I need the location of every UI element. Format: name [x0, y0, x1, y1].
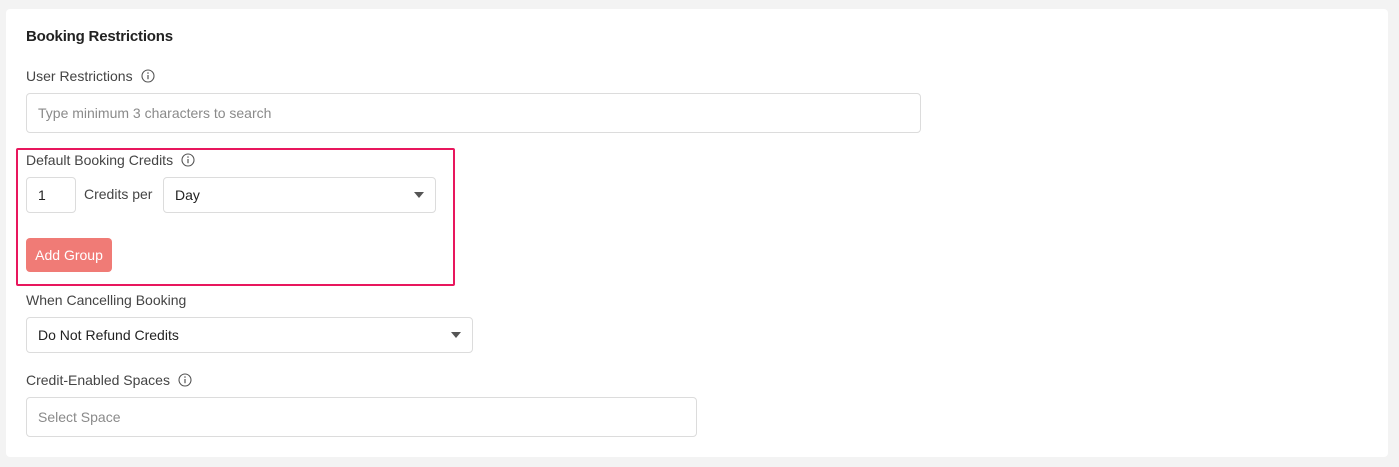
- info-icon[interactable]: [181, 153, 195, 167]
- spaces-select-input[interactable]: Select Space: [26, 397, 697, 437]
- user-restrictions-label-row: User Restrictions: [26, 67, 155, 85]
- credits-per-label: Credits per: [84, 186, 153, 202]
- chevron-down-icon: [451, 332, 461, 338]
- credits-period-select[interactable]: Day: [163, 177, 436, 213]
- cancelling-label-row: When Cancelling Booking: [26, 291, 186, 309]
- user-restrictions-placeholder: Type minimum 3 characters to search: [38, 105, 272, 121]
- cancelling-label: When Cancelling Booking: [26, 292, 187, 308]
- chevron-down-icon: [414, 192, 424, 198]
- default-booking-credits-label: Default Booking Credits: [26, 152, 174, 168]
- spaces-label-row: Credit-Enabled Spaces: [26, 371, 192, 389]
- info-icon[interactable]: [141, 69, 155, 83]
- user-restrictions-search-input[interactable]: Type minimum 3 characters to search: [26, 93, 921, 133]
- section-title: Booking Restrictions: [26, 28, 173, 45]
- credits-quantity-input[interactable]: 1: [26, 177, 76, 213]
- cancelling-refund-value: Do Not Refund Credits: [38, 327, 179, 343]
- add-group-button[interactable]: Add Group: [26, 238, 112, 272]
- cancelling-refund-select[interactable]: Do Not Refund Credits: [26, 317, 473, 353]
- info-icon[interactable]: [178, 373, 192, 387]
- spaces-label: Credit-Enabled Spaces: [26, 372, 170, 388]
- spaces-placeholder: Select Space: [38, 409, 121, 425]
- default-booking-credits-label-row: Default Booking Credits: [26, 151, 195, 169]
- user-restrictions-label: User Restrictions: [26, 68, 133, 84]
- credits-quantity-value: 1: [38, 187, 46, 203]
- credits-period-value: Day: [175, 187, 200, 203]
